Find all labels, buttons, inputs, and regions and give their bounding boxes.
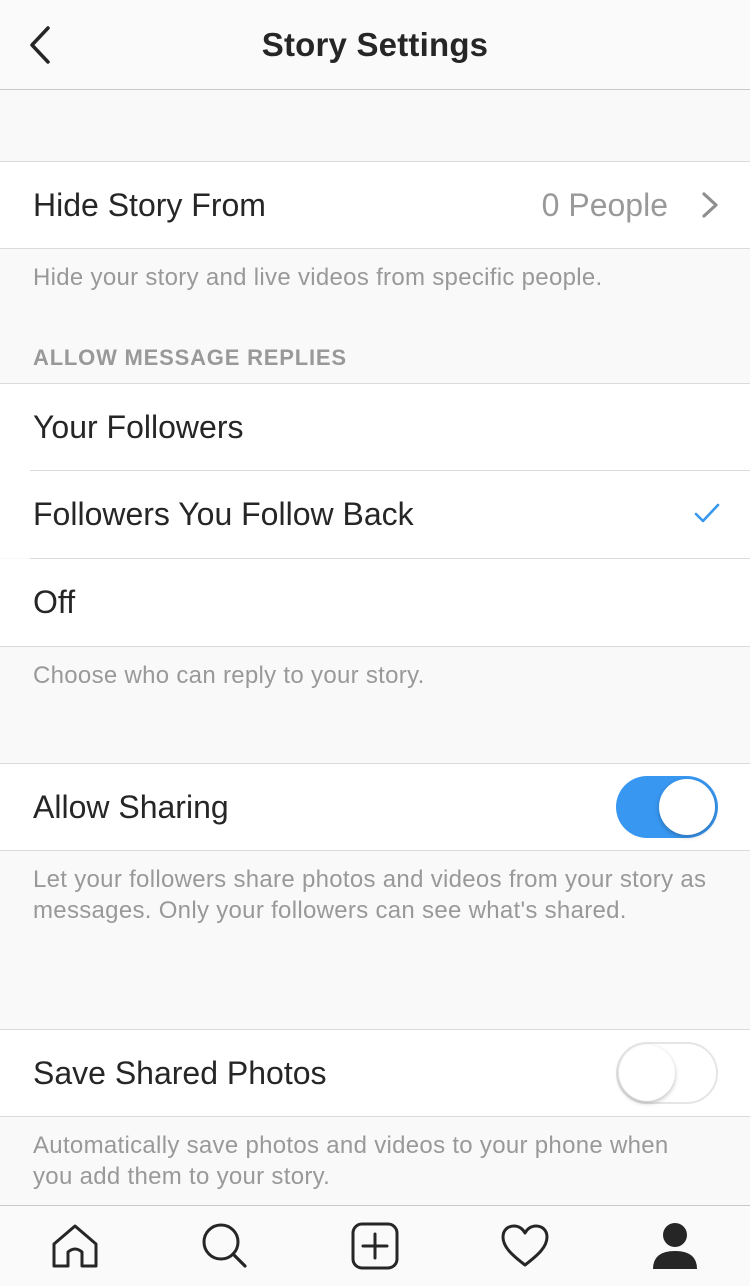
toggle-knob	[659, 779, 715, 835]
hide-story-count: 0 People	[541, 186, 668, 223]
reply-option-label: Your Followers	[33, 409, 244, 445]
tab-activity[interactable]	[450, 1206, 600, 1286]
reply-option-off[interactable]: Off	[0, 559, 750, 647]
nav-header: Story Settings	[0, 0, 750, 90]
new-post-icon	[351, 1222, 399, 1270]
hide-story-description: Hide your story and live videos from spe…	[33, 264, 603, 291]
allow-sharing-row: Allow Sharing	[0, 763, 750, 851]
save-shared-photos-label: Save Shared Photos	[33, 1054, 327, 1091]
allow-sharing-toggle[interactable]	[616, 776, 718, 838]
tab-new-post[interactable]	[300, 1206, 450, 1286]
allow-sharing-label: Allow Sharing	[33, 788, 229, 825]
bottom-tab-bar	[0, 1205, 750, 1286]
save-shared-photos-row: Save Shared Photos	[0, 1029, 750, 1117]
activity-heart-icon	[501, 1224, 549, 1267]
hide-story-from-row[interactable]: Hide Story From 0 People	[0, 161, 750, 249]
page-title: Story Settings	[261, 25, 489, 63]
checkmark-icon	[694, 503, 720, 523]
profile-icon	[653, 1223, 697, 1269]
toggle-knob	[619, 1045, 675, 1101]
reply-option-label: Followers You Follow Back	[33, 496, 414, 532]
message-replies-section-title: ALLOW MESSAGE REPLIES	[33, 345, 347, 370]
home-icon	[52, 1224, 98, 1268]
save-shared-photos-description: Automatically save photos and videos to …	[33, 1132, 669, 1190]
tab-home[interactable]	[0, 1206, 150, 1286]
reply-option-label: Off	[33, 584, 76, 620]
reply-option-your-followers[interactable]: Your Followers	[0, 383, 750, 471]
reply-option-followers-you-follow-back[interactable]: Followers You Follow Back	[0, 471, 750, 558]
save-shared-photos-toggle[interactable]	[616, 1042, 718, 1104]
tab-search[interactable]	[150, 1206, 300, 1286]
allow-sharing-description: Let your followers share photos and vide…	[33, 866, 707, 924]
chevron-left-icon	[30, 26, 50, 64]
hide-story-from-label: Hide Story From	[33, 186, 266, 223]
search-icon	[202, 1223, 247, 1268]
back-button[interactable]	[18, 20, 62, 70]
tab-profile[interactable]	[600, 1206, 750, 1286]
chevron-right-icon	[702, 192, 718, 218]
message-replies-description: Choose who can reply to your story.	[33, 662, 425, 689]
